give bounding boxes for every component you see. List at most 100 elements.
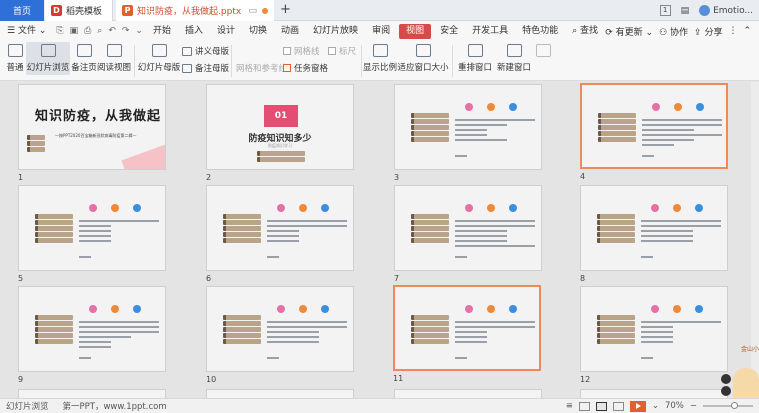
- show-ratio-button[interactable]: 显示比例: [363, 44, 397, 73]
- assistant-c-icon[interactable]: [721, 374, 731, 384]
- slide-thumb[interactable]: 5: [18, 185, 166, 283]
- new-tab-button[interactable]: +: [280, 2, 291, 17]
- new-window-icon: [506, 44, 522, 57]
- tab-templates[interactable]: D 稻壳模板: [45, 0, 113, 21]
- new-window-button[interactable]: 新建窗口: [497, 44, 531, 73]
- slide-12[interactable]: [580, 286, 728, 372]
- normal-view-status-icon[interactable]: [578, 401, 590, 411]
- collab-button[interactable]: ⚇ 协作: [659, 25, 688, 38]
- zoom-slider[interactable]: [703, 402, 753, 409]
- slide-thumb[interactable]: 知识防疫，从我做起 —按PPT2020百宝箱新冠状病毒防疫第二辑— 1: [18, 84, 166, 182]
- assistant-c-icon[interactable]: [721, 386, 731, 396]
- window-count-badge[interactable]: 1: [659, 5, 671, 16]
- reading-view-status-icon[interactable]: [612, 401, 624, 411]
- slide-thumb[interactable]: 4: [580, 83, 728, 181]
- open-icon[interactable]: ⎘: [53, 26, 66, 36]
- more-icon[interactable]: ⌄: [132, 26, 146, 36]
- slide-browse-button[interactable]: 幻灯片浏览: [26, 42, 70, 75]
- play-slideshow-icon[interactable]: [629, 400, 646, 412]
- slide-1[interactable]: 知识防疫，从我做起 —按PPT2020百宝箱新冠状病毒防疫第二辑—: [18, 84, 166, 170]
- slide-11[interactable]: [393, 285, 541, 371]
- slide-thumb[interactable]: 8: [580, 185, 728, 283]
- notes-page-label: 备注页: [71, 63, 97, 73]
- menu-review[interactable]: 审阅: [365, 21, 397, 41]
- zoom-slider-knob[interactable]: [731, 402, 738, 409]
- normal-view-button[interactable]: 普通: [4, 44, 26, 73]
- notes-toggle-icon[interactable]: ≡: [566, 401, 573, 411]
- save-icon[interactable]: ▣: [67, 26, 82, 36]
- slide-thumb[interactable]: 12: [580, 286, 728, 384]
- slide-8[interactable]: [580, 185, 728, 271]
- menu-developer[interactable]: 开发工具: [465, 21, 515, 41]
- menu-start[interactable]: 开始: [146, 21, 178, 41]
- normal-view-label: 普通: [6, 63, 24, 73]
- search-button[interactable]: ⌕ 查找: [565, 21, 605, 41]
- play-dropdown-icon[interactable]: ⌄: [652, 401, 659, 411]
- handout-master-button[interactable]: 讲义母版: [182, 45, 229, 57]
- arrange-windows-button[interactable]: 重排窗口: [455, 44, 495, 73]
- slide-thumb[interactable]: 10: [206, 286, 354, 384]
- slide-4[interactable]: [580, 83, 728, 169]
- collapse-ribbon-icon[interactable]: ⌃: [743, 26, 751, 36]
- gridlines-checkbox[interactable]: 网格线: [283, 45, 320, 57]
- notes-page-button[interactable]: 备注页: [71, 44, 97, 73]
- guides-button[interactable]: 网格和参考线: [236, 62, 287, 74]
- slide-6[interactable]: [206, 185, 354, 271]
- slide-thumb[interactable]: 9: [18, 286, 166, 384]
- slide-thumb[interactable]: 01 防疫知识知多少 防疫知识学习 2: [206, 84, 354, 182]
- reading-view-button[interactable]: 阅读视图: [97, 44, 131, 73]
- assistant-mascot-icon: [733, 368, 759, 398]
- menu-slideshow[interactable]: 幻灯片放映: [306, 21, 365, 41]
- zoom-out-icon[interactable]: −: [690, 401, 697, 411]
- ruler-checkbox[interactable]: 标尺: [328, 45, 356, 57]
- slide-7[interactable]: [394, 185, 542, 271]
- slide-thumb[interactable]: 11: [393, 285, 541, 383]
- slide-thumb[interactable]: 7: [394, 185, 542, 283]
- more-options-icon[interactable]: ⋮: [728, 26, 737, 36]
- menu-animation[interactable]: 动画: [274, 21, 306, 41]
- menu-design[interactable]: 设计: [210, 21, 242, 41]
- assistant-widget[interactable]: 金山小: [721, 340, 759, 398]
- menu-view[interactable]: 视图: [399, 23, 432, 39]
- fit-window-button[interactable]: 适应窗口大小: [398, 44, 449, 73]
- pink-circle-icon: [89, 204, 97, 212]
- zoom-value[interactable]: 70%: [665, 401, 684, 411]
- menu-insert[interactable]: 插入: [178, 21, 210, 41]
- macro-button[interactable]: [535, 44, 551, 61]
- slide-thumb[interactable]: 3: [394, 84, 542, 182]
- user-account[interactable]: Emotio...: [699, 5, 753, 16]
- menu-transition[interactable]: 切换: [242, 21, 274, 41]
- tab-window-icon[interactable]: ▭: [248, 6, 257, 16]
- status-bar: 幻灯片浏览 第一PPT，www.1ppt.com ≡ ⌄ 70% −: [0, 398, 759, 413]
- print-preview-icon[interactable]: ⌕: [94, 26, 105, 36]
- blue-circle-icon: [695, 204, 703, 212]
- slide-5[interactable]: [18, 185, 166, 271]
- notes-master-button[interactable]: 备注母版: [182, 62, 229, 74]
- slide-3[interactable]: [394, 84, 542, 170]
- slide-10[interactable]: [206, 286, 354, 372]
- sorter-view-status-icon[interactable]: [595, 401, 607, 411]
- orange-circle-icon: [299, 305, 307, 313]
- print-icon[interactable]: ⎙: [81, 26, 94, 36]
- slide-9[interactable]: [18, 286, 166, 372]
- redo-icon[interactable]: ↷: [119, 26, 133, 36]
- slide-number: 6: [206, 274, 212, 283]
- layout-icon[interactable]: ▤: [681, 6, 690, 16]
- ribbon-divider: [231, 45, 232, 77]
- share-button[interactable]: ⇪ 分享: [694, 25, 722, 38]
- menu-file[interactable]: ☰ 文件 ⌄: [0, 21, 53, 41]
- task-pane-checkbox[interactable]: 任务窗格: [283, 62, 328, 74]
- slide-thumb-partial[interactable]: [394, 389, 542, 398]
- slide-2[interactable]: 01 防疫知识知多少 防疫知识学习: [206, 84, 354, 170]
- slide-thumb-partial[interactable]: [18, 389, 166, 398]
- updates-button[interactable]: ⟳ 有更新 ⌄: [605, 25, 653, 38]
- slide-thumb-partial[interactable]: [580, 389, 728, 398]
- tab-document[interactable]: P 知识防疫，从我做起.pptx ▭: [116, 0, 274, 21]
- menu-security[interactable]: 安全: [433, 21, 465, 41]
- slide-master-button[interactable]: 幻灯片母版: [138, 44, 180, 73]
- menu-features[interactable]: 特色功能: [515, 21, 565, 41]
- undo-icon[interactable]: ↶: [105, 26, 119, 36]
- slide-thumb[interactable]: 6: [206, 185, 354, 283]
- tab-home[interactable]: 首页: [0, 0, 44, 21]
- slide-thumb-partial[interactable]: [206, 389, 354, 398]
